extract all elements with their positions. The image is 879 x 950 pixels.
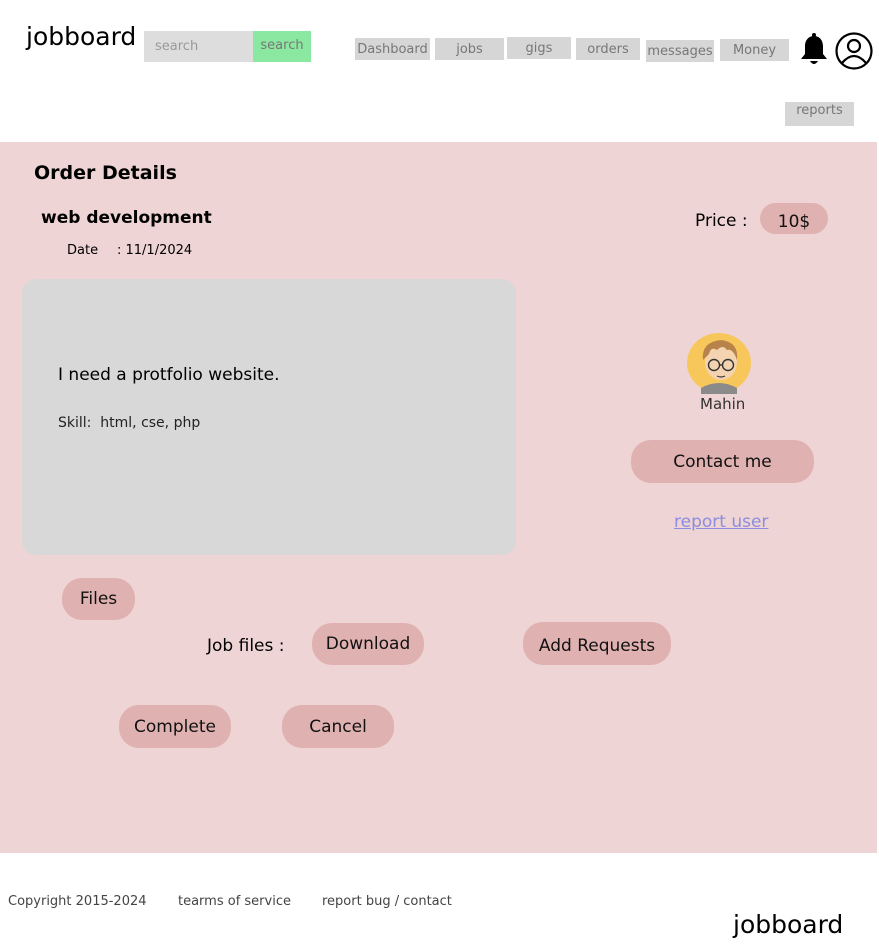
report-bug-contact-link[interactable]: report bug / contact <box>322 894 452 909</box>
nav-money[interactable]: Money <box>720 39 789 61</box>
cancel-button[interactable]: Cancel <box>282 705 394 748</box>
download-button[interactable]: Download <box>312 623 424 665</box>
page-title: Order Details <box>34 162 177 184</box>
search-input[interactable] <box>144 31 253 62</box>
nav-messages[interactable]: messages <box>646 40 714 62</box>
nav-reports[interactable]: reports <box>785 102 854 126</box>
order-description: I need a protfolio website. <box>58 365 280 385</box>
files-button[interactable]: Files <box>62 578 135 620</box>
price-label: Price : <box>695 211 748 231</box>
contact-me-button[interactable]: Contact me <box>631 440 814 483</box>
price-badge: 10$ <box>760 203 828 234</box>
job-files-label: Job files : <box>207 636 285 656</box>
nav-jobs[interactable]: jobs <box>435 38 504 60</box>
footer-logo: jobboard <box>733 910 844 939</box>
avatar[interactable] <box>687 332 753 394</box>
order-title: web development <box>41 208 212 228</box>
nav-gigs[interactable]: gigs <box>507 37 571 59</box>
nav-orders[interactable]: orders <box>576 38 640 60</box>
notification-bell-icon[interactable] <box>799 33 829 67</box>
date-value: : 11/1/2024 <box>117 243 193 258</box>
search-button[interactable]: search <box>253 31 311 62</box>
complete-button[interactable]: Complete <box>119 705 231 748</box>
user-name: Mahin <box>700 395 746 413</box>
skills-text: Skill: html, cse, php <box>58 415 201 431</box>
date-label: Date <box>67 243 99 258</box>
user-profile-icon[interactable] <box>834 31 874 71</box>
report-user-link[interactable]: report user <box>674 512 768 532</box>
copyright-text: Copyright 2015-2024 <box>8 894 147 909</box>
add-requests-button[interactable]: Add Requests <box>523 622 671 665</box>
terms-link[interactable]: tearms of service <box>178 894 291 909</box>
logo[interactable]: jobboard <box>26 22 136 51</box>
nav-dashboard[interactable]: Dashboard <box>355 38 430 60</box>
